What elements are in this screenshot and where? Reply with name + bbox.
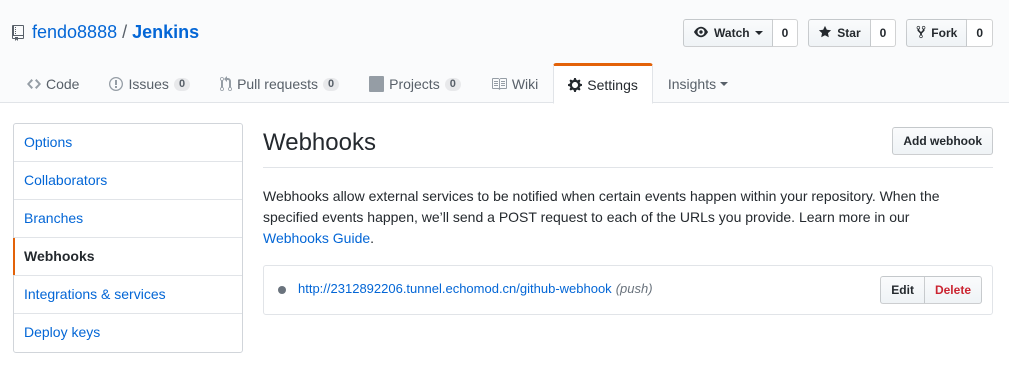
delete-button[interactable]: Delete bbox=[924, 276, 982, 304]
tab-wiki[interactable]: Wiki bbox=[476, 63, 553, 103]
issues-counter: 0 bbox=[173, 77, 191, 91]
subhead: Webhooks Add webhook bbox=[263, 123, 993, 168]
repo-path-separator: / bbox=[122, 22, 128, 42]
tab-settings-label: Settings bbox=[587, 76, 638, 93]
page-title: Webhooks bbox=[263, 129, 376, 156]
issue-icon bbox=[109, 76, 124, 92]
pull-requests-counter: 0 bbox=[323, 77, 340, 91]
watch-count[interactable]: 0 bbox=[772, 19, 799, 47]
description-end: . bbox=[370, 230, 375, 246]
watch-button[interactable]: Watch bbox=[683, 19, 773, 47]
fork-button[interactable]: Fork bbox=[906, 19, 968, 47]
eye-icon bbox=[693, 25, 709, 42]
star-icon bbox=[818, 25, 832, 42]
pull-request-icon bbox=[220, 76, 233, 92]
webhooks-panel: Webhooks Add webhook Webhooks allow exte… bbox=[263, 123, 993, 315]
webhook-actions: Edit Delete bbox=[880, 276, 982, 304]
tab-insights-label: Insights bbox=[667, 76, 717, 92]
webhook-list: http://2312892206.tunnel.echomod.cn/gith… bbox=[263, 265, 993, 315]
repo-name-link[interactable]: Jenkins bbox=[132, 22, 199, 43]
webhooks-guide-link[interactable]: Webhooks Guide bbox=[263, 230, 370, 246]
tab-projects[interactable]: Projects 0 bbox=[354, 63, 476, 103]
star-label: Star bbox=[837, 26, 861, 40]
fork-label: Fork bbox=[931, 26, 958, 40]
fork-group: Fork 0 bbox=[906, 19, 993, 47]
fork-icon bbox=[916, 25, 926, 42]
watch-label: Watch bbox=[714, 26, 750, 40]
sidebar-item-deploy-keys[interactable]: Deploy keys bbox=[14, 314, 242, 352]
repo-nav: Code Issues 0 Pull requests 0 Projects 0… bbox=[12, 63, 743, 104]
watch-group: Watch 0 bbox=[683, 19, 799, 47]
gear-icon bbox=[568, 77, 583, 93]
star-button[interactable]: Star bbox=[808, 19, 871, 47]
settings-sidebar: Options Collaborators Branches Webhooks … bbox=[13, 123, 243, 353]
tab-issues[interactable]: Issues 0 bbox=[94, 63, 205, 103]
star-group: Star 0 bbox=[808, 19, 897, 47]
tab-wiki-label: Wiki bbox=[511, 76, 539, 92]
webhooks-description: Webhooks allow external services to be n… bbox=[263, 186, 978, 249]
repo-header: fendo8888 / Jenkins Watch 0 Star 0 Fork bbox=[0, 0, 1009, 104]
code-icon bbox=[27, 76, 41, 92]
tab-pull-requests[interactable]: Pull requests 0 bbox=[205, 63, 354, 103]
sidebar-item-options[interactable]: Options bbox=[14, 124, 242, 162]
add-webhook-button[interactable]: Add webhook bbox=[892, 127, 993, 155]
pagehead-actions: Watch 0 Star 0 Fork 0 bbox=[683, 19, 993, 47]
tab-projects-label: Projects bbox=[389, 76, 440, 92]
repo-owner-link[interactable]: fendo8888 bbox=[32, 22, 117, 43]
fork-count[interactable]: 0 bbox=[967, 19, 993, 47]
sidebar-item-collaborators[interactable]: Collaborators bbox=[14, 162, 242, 200]
star-count[interactable]: 0 bbox=[870, 19, 897, 47]
tab-issues-label: Issues bbox=[128, 76, 169, 92]
caret-down-icon bbox=[754, 31, 763, 35]
webhook-url-link[interactable]: http://2312892206.tunnel.echomod.cn/gith… bbox=[298, 281, 612, 296]
project-icon bbox=[369, 76, 385, 92]
projects-counter: 0 bbox=[444, 77, 461, 91]
edit-button[interactable]: Edit bbox=[880, 276, 925, 304]
description-text: Webhooks allow external services to be n… bbox=[263, 188, 940, 225]
sidebar-item-branches[interactable]: Branches bbox=[14, 200, 242, 238]
status-dot-icon bbox=[278, 286, 286, 294]
repo-icon bbox=[12, 24, 24, 41]
tab-code-label: Code bbox=[46, 76, 80, 92]
tab-insights[interactable]: Insights bbox=[653, 63, 743, 103]
book-icon bbox=[491, 76, 507, 92]
caret-down-icon bbox=[720, 82, 729, 86]
sidebar-item-integrations[interactable]: Integrations & services bbox=[14, 276, 242, 314]
sidebar-item-webhooks[interactable]: Webhooks bbox=[13, 238, 242, 276]
webhook-url: http://2312892206.tunnel.echomod.cn/gith… bbox=[298, 281, 653, 296]
tab-code[interactable]: Code bbox=[12, 63, 94, 103]
tab-pull-requests-label: Pull requests bbox=[237, 76, 318, 92]
tab-settings[interactable]: Settings bbox=[553, 63, 653, 104]
repo-title: fendo8888 / Jenkins bbox=[12, 22, 199, 43]
webhook-events: (push) bbox=[615, 281, 653, 296]
